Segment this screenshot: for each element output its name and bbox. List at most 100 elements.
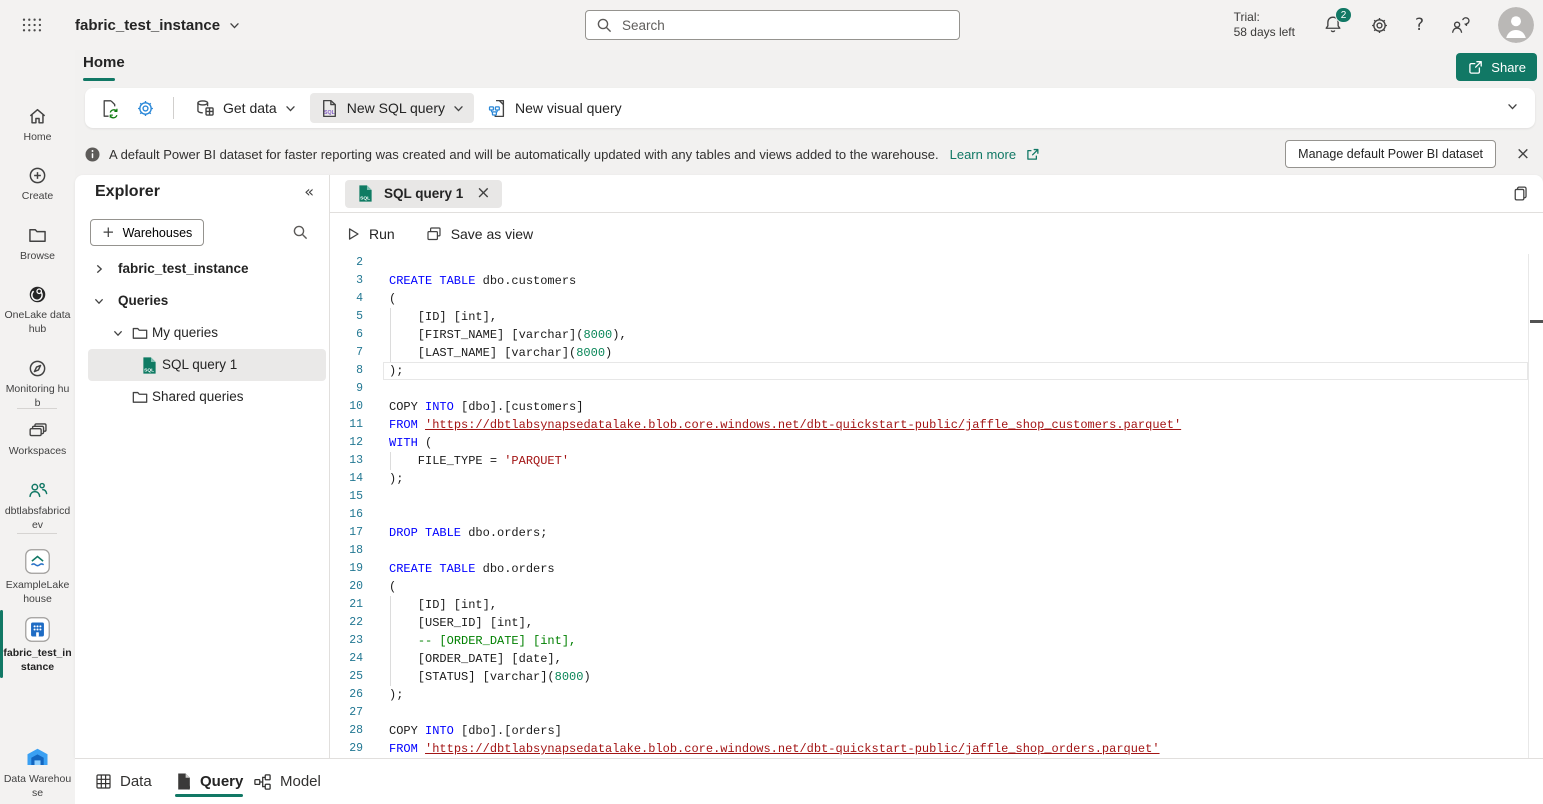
code-line-6[interactable]: 6 [FIRST_NAME] [varchar](8000), bbox=[330, 326, 1543, 344]
view-tab-model[interactable]: Model bbox=[253, 759, 321, 804]
rail-item-dbtlabsfabricdev[interactable]: dbtlabsfabricdev bbox=[0, 480, 75, 532]
code-line-23[interactable]: 23 -- [ORDER_DATE] [int], bbox=[330, 632, 1543, 650]
line-number: 20 bbox=[330, 578, 380, 596]
rail-item-monitoring-hub[interactable]: Monitoring hub bbox=[0, 358, 75, 410]
code-line-8[interactable]: 8); bbox=[330, 362, 1543, 380]
code-line-7[interactable]: 7 [LAST_NAME] [varchar](8000) bbox=[330, 344, 1543, 362]
rail-item-create[interactable]: Create bbox=[0, 165, 75, 204]
new-sql-query-button[interactable]: SQL New SQL query bbox=[310, 93, 474, 123]
code-line-20[interactable]: 20( bbox=[330, 578, 1543, 596]
code-line-14[interactable]: 14); bbox=[330, 470, 1543, 488]
help-button[interactable]: ? bbox=[1415, 17, 1424, 34]
code-line-25[interactable]: 25 [STATUS] [varchar](8000) bbox=[330, 668, 1543, 686]
line-number: 21 bbox=[330, 596, 380, 614]
run-button[interactable]: Run bbox=[345, 226, 395, 242]
browse-icon bbox=[0, 225, 75, 246]
line-number: 23 bbox=[330, 632, 380, 650]
chevron-down-icon[interactable] bbox=[93, 295, 105, 307]
global-search[interactable] bbox=[585, 10, 960, 40]
code-line-18[interactable]: 18 bbox=[330, 542, 1543, 560]
code-line-29[interactable]: 29FROM 'https://dbtlabsynapsedatalake.bl… bbox=[330, 740, 1543, 758]
avatar[interactable] bbox=[1498, 7, 1534, 43]
rail-item-examplelakehouse[interactable]: ExampleLakehouse bbox=[0, 548, 75, 606]
rail-item-workspaces[interactable]: Workspaces bbox=[0, 420, 75, 459]
line-number: 16 bbox=[330, 506, 380, 524]
chevron-down-icon[interactable] bbox=[112, 327, 124, 339]
code-line-19[interactable]: 19CREATE TABLE dbo.orders bbox=[330, 560, 1543, 578]
workspace-switcher[interactable]: fabric_test_instance bbox=[75, 0, 241, 50]
code-line-13[interactable]: 13 FILE_TYPE = 'PARQUET' bbox=[330, 452, 1543, 470]
code-line-24[interactable]: 24 [ORDER_DATE] [date], bbox=[330, 650, 1543, 668]
tree-item-fabric-test-instance[interactable]: fabric_test_instance bbox=[75, 253, 329, 285]
tab-close-button[interactable]: × bbox=[476, 185, 490, 202]
code-text bbox=[380, 254, 389, 272]
notifications-button[interactable]: 2 bbox=[1322, 14, 1344, 36]
code-line-28[interactable]: 28COPY INTO [dbo].[orders] bbox=[330, 722, 1543, 740]
feedback-button[interactable] bbox=[1449, 15, 1473, 36]
code-line-5[interactable]: 5 [ID] [int], bbox=[330, 308, 1543, 326]
save-as-view-button[interactable]: Save as view bbox=[425, 225, 533, 243]
line-number: 19 bbox=[330, 560, 380, 578]
tab-home[interactable]: Home bbox=[83, 54, 125, 71]
code-text bbox=[380, 542, 389, 560]
learn-more-link[interactable]: Learn more bbox=[950, 147, 1016, 162]
code-line-12[interactable]: 12WITH ( bbox=[330, 434, 1543, 452]
explorer-search-button[interactable] bbox=[292, 224, 309, 244]
code-editor[interactable]: 23CREATE TABLE dbo.customers4(5 [ID] [in… bbox=[330, 254, 1543, 758]
rail-item-home[interactable]: Home bbox=[0, 106, 75, 145]
share-button[interactable]: Share bbox=[1456, 53, 1537, 81]
code-line-21[interactable]: 21 [ID] [int], bbox=[330, 596, 1543, 614]
manage-dataset-button[interactable]: Manage default Power BI dataset bbox=[1285, 140, 1496, 168]
external-link-icon bbox=[1025, 147, 1040, 162]
code-line-9[interactable]: 9 bbox=[330, 380, 1543, 398]
line-number: 4 bbox=[330, 290, 380, 308]
get-data-button[interactable]: Get data bbox=[186, 93, 306, 123]
code-line-10[interactable]: 10COPY INTO [dbo].[customers] bbox=[330, 398, 1543, 416]
rail-item-data-warehouse[interactable]: Data Warehouse bbox=[0, 745, 75, 800]
refresh-query-button[interactable] bbox=[93, 93, 125, 123]
code-line-15[interactable]: 15 bbox=[330, 488, 1543, 506]
code-line-22[interactable]: 22 [USER_ID] [int], bbox=[330, 614, 1543, 632]
line-number: 9 bbox=[330, 380, 380, 398]
code-line-2[interactable]: 2 bbox=[330, 254, 1543, 272]
tree-item-label: Queries bbox=[118, 293, 168, 308]
banner-close-button[interactable]: × bbox=[1511, 142, 1535, 166]
view-tab-query[interactable]: Query bbox=[175, 759, 243, 804]
code-line-17[interactable]: 17DROP TABLE dbo.orders; bbox=[330, 524, 1543, 542]
code-line-16[interactable]: 16 bbox=[330, 506, 1543, 524]
collapse-panel-button[interactable]: « bbox=[304, 184, 314, 200]
query-doc-icon bbox=[175, 772, 192, 791]
tab-sql-query-1[interactable]: SQL SQL query 1 × bbox=[345, 180, 502, 208]
add-warehouses-button[interactable]: + Warehouses bbox=[90, 219, 204, 246]
tree-item-sql-query-1[interactable]: SQLSQL query 1 bbox=[75, 349, 329, 381]
chevron-right-icon[interactable] bbox=[93, 263, 105, 275]
tree-item-my-queries[interactable]: My queries bbox=[75, 317, 329, 349]
settings-button[interactable] bbox=[1369, 15, 1390, 36]
rail-item-fabric-test-instance[interactable]: fabric_test_instance bbox=[0, 616, 75, 674]
data-grid-icon bbox=[95, 773, 112, 790]
line-number: 3 bbox=[330, 272, 380, 290]
new-visual-query-button[interactable]: New visual query bbox=[478, 93, 631, 123]
rail-item-browse[interactable]: Browse bbox=[0, 225, 75, 264]
rail-item-onelake-data-hub[interactable]: OneLake data hub bbox=[0, 284, 75, 336]
tree-item-queries[interactable]: Queries bbox=[75, 285, 329, 317]
warehouse-settings-button[interactable] bbox=[129, 93, 161, 123]
view-tab-data[interactable]: Data bbox=[95, 759, 152, 804]
code-text: WITH ( bbox=[380, 434, 432, 452]
code-line-27[interactable]: 27 bbox=[330, 704, 1543, 722]
tree-item-label: SQL query 1 bbox=[162, 357, 237, 372]
tree-item-label: Shared queries bbox=[152, 389, 244, 404]
tree-item-shared-queries[interactable]: Shared queries bbox=[75, 381, 329, 413]
copy-button[interactable] bbox=[1511, 185, 1529, 206]
code-text: FROM 'https://dbtlabsynapsedatalake.blob… bbox=[380, 740, 1160, 758]
model-icon bbox=[253, 773, 272, 791]
code-line-3[interactable]: 3CREATE TABLE dbo.customers bbox=[330, 272, 1543, 290]
code-line-4[interactable]: 4( bbox=[330, 290, 1543, 308]
app-launcher-icon[interactable] bbox=[18, 11, 46, 39]
code-line-11[interactable]: 11FROM 'https://dbtlabsynapsedatalake.bl… bbox=[330, 416, 1543, 434]
code-line-26[interactable]: 26); bbox=[330, 686, 1543, 704]
ribbon-expand-button[interactable] bbox=[1506, 100, 1519, 116]
search-input[interactable] bbox=[622, 18, 949, 33]
code-text bbox=[380, 488, 389, 506]
editor-scrollbar[interactable] bbox=[1528, 254, 1529, 758]
